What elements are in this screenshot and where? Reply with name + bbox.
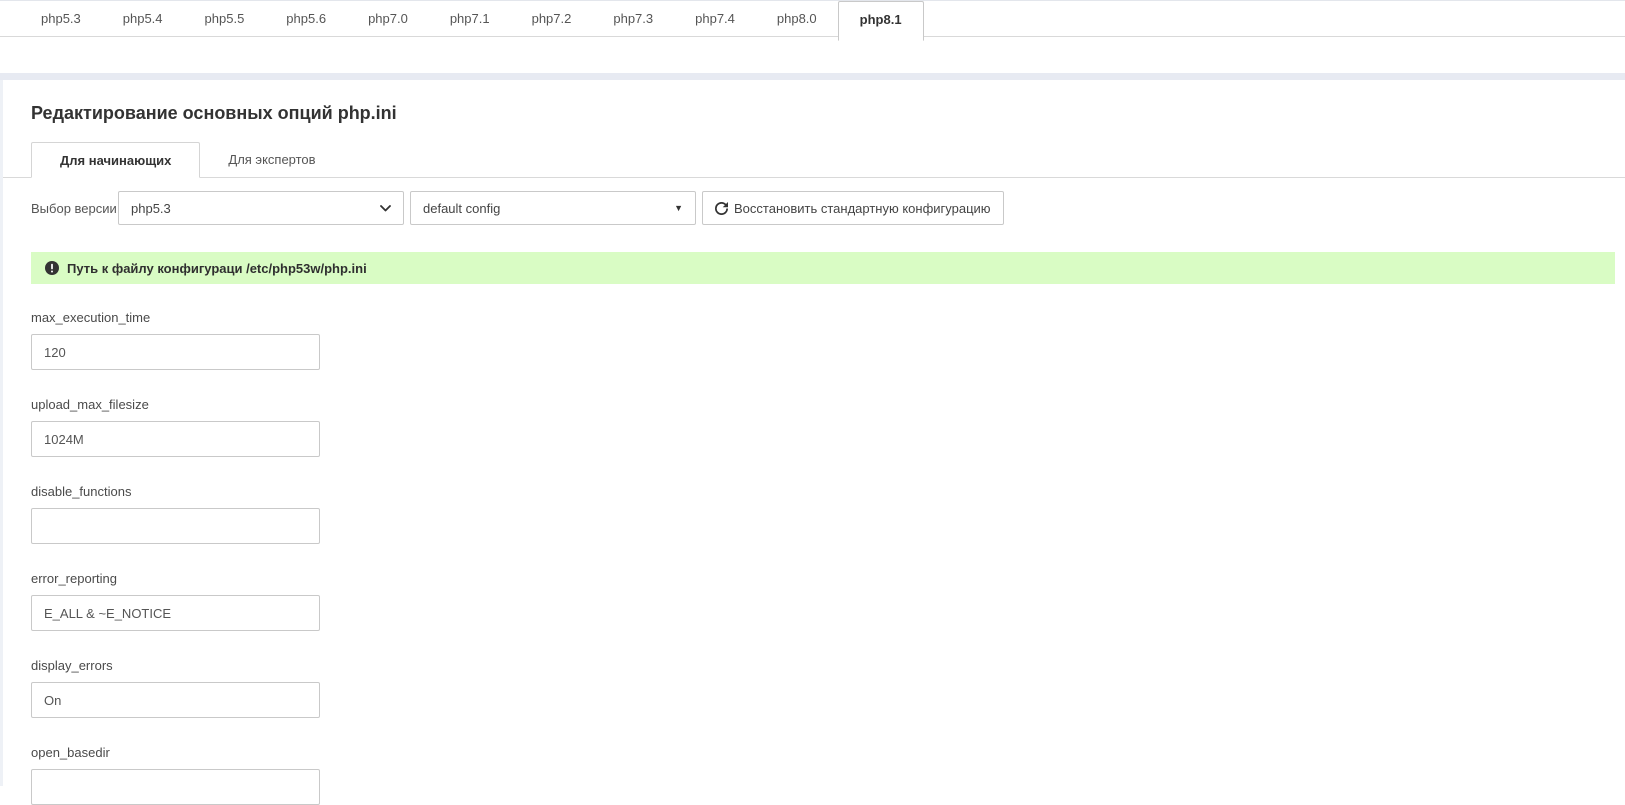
section-separator [0,73,1625,80]
tab-php7.4[interactable]: php7.4 [674,1,756,37]
php-options-form: max_execution_time upload_max_filesize d… [31,310,1625,805]
field-group-error_reporting: error_reporting [31,571,1625,631]
field-input-error_reporting[interactable] [31,595,320,631]
refresh-icon [715,202,728,215]
tab-php7.1[interactable]: php7.1 [429,1,511,37]
field-input-open_basedir[interactable] [31,769,320,805]
tab-php5.6[interactable]: php5.6 [265,1,347,37]
tab-for-experts[interactable]: Для экспертов [200,142,343,177]
field-input-max_execution_time[interactable] [31,334,320,370]
field-group-disable_functions: disable_functions [31,484,1625,544]
tab-for-beginners[interactable]: Для начинающих [31,142,200,178]
config-select-value: default config [423,201,500,216]
field-label-open_basedir: open_basedir [31,745,1625,760]
tab-php8.1[interactable]: php8.1 [838,1,924,41]
field-group-open_basedir: open_basedir [31,745,1625,805]
restore-default-config-button[interactable]: Восстановить стандартную конфигурацию [702,191,1004,225]
field-label-upload_max_filesize: upload_max_filesize [31,397,1625,412]
config-path-banner: Путь к файлу конфигураци /etc/php53w/php… [31,252,1615,284]
tab-php8.0[interactable]: php8.0 [756,1,838,37]
tab-php5.5[interactable]: php5.5 [184,1,266,37]
field-label-max_execution_time: max_execution_time [31,310,1625,325]
tab-php7.2[interactable]: php7.2 [511,1,593,37]
field-group-display_errors: display_errors [31,658,1625,718]
tab-php5.3[interactable]: php5.3 [20,1,102,37]
php-version-select-value: php5.3 [131,201,171,216]
caret-down-icon: ▼ [674,203,683,213]
field-label-display_errors: display_errors [31,658,1625,673]
main-content-panel: Редактирование основных опций php.ini Дл… [0,80,1625,786]
restore-button-label: Восстановить стандартную конфигурацию [734,201,991,216]
mode-tabbar: Для начинающих Для экспертов [3,142,1625,178]
field-group-max_execution_time: max_execution_time [31,310,1625,370]
version-select-row: Выбор версии php5.3 default config ▼ Вос… [31,191,1625,225]
tab-php5.4[interactable]: php5.4 [102,1,184,37]
config-path-text: Путь к файлу конфигураци /etc/php53w/php… [67,261,367,276]
tab-php7.3[interactable]: php7.3 [592,1,674,37]
page-title: Редактирование основных опций php.ini [31,103,1625,124]
version-select-label: Выбор версии [31,201,118,216]
field-input-disable_functions[interactable] [31,508,320,544]
field-group-upload_max_filesize: upload_max_filesize [31,397,1625,457]
field-input-upload_max_filesize[interactable] [31,421,320,457]
field-label-error_reporting: error_reporting [31,571,1625,586]
php-version-select[interactable]: php5.3 [118,191,404,225]
field-input-display_errors[interactable] [31,682,320,718]
config-select[interactable]: default config ▼ [410,191,696,225]
php-version-tabbar: php5.3 php5.4 php5.5 php5.6 php7.0 php7.… [0,0,1625,37]
tab-php7.0[interactable]: php7.0 [347,1,429,37]
empty-toolbar-row [0,37,1625,73]
chevron-down-icon [380,205,391,212]
field-label-disable_functions: disable_functions [31,484,1625,499]
info-icon [45,261,59,275]
